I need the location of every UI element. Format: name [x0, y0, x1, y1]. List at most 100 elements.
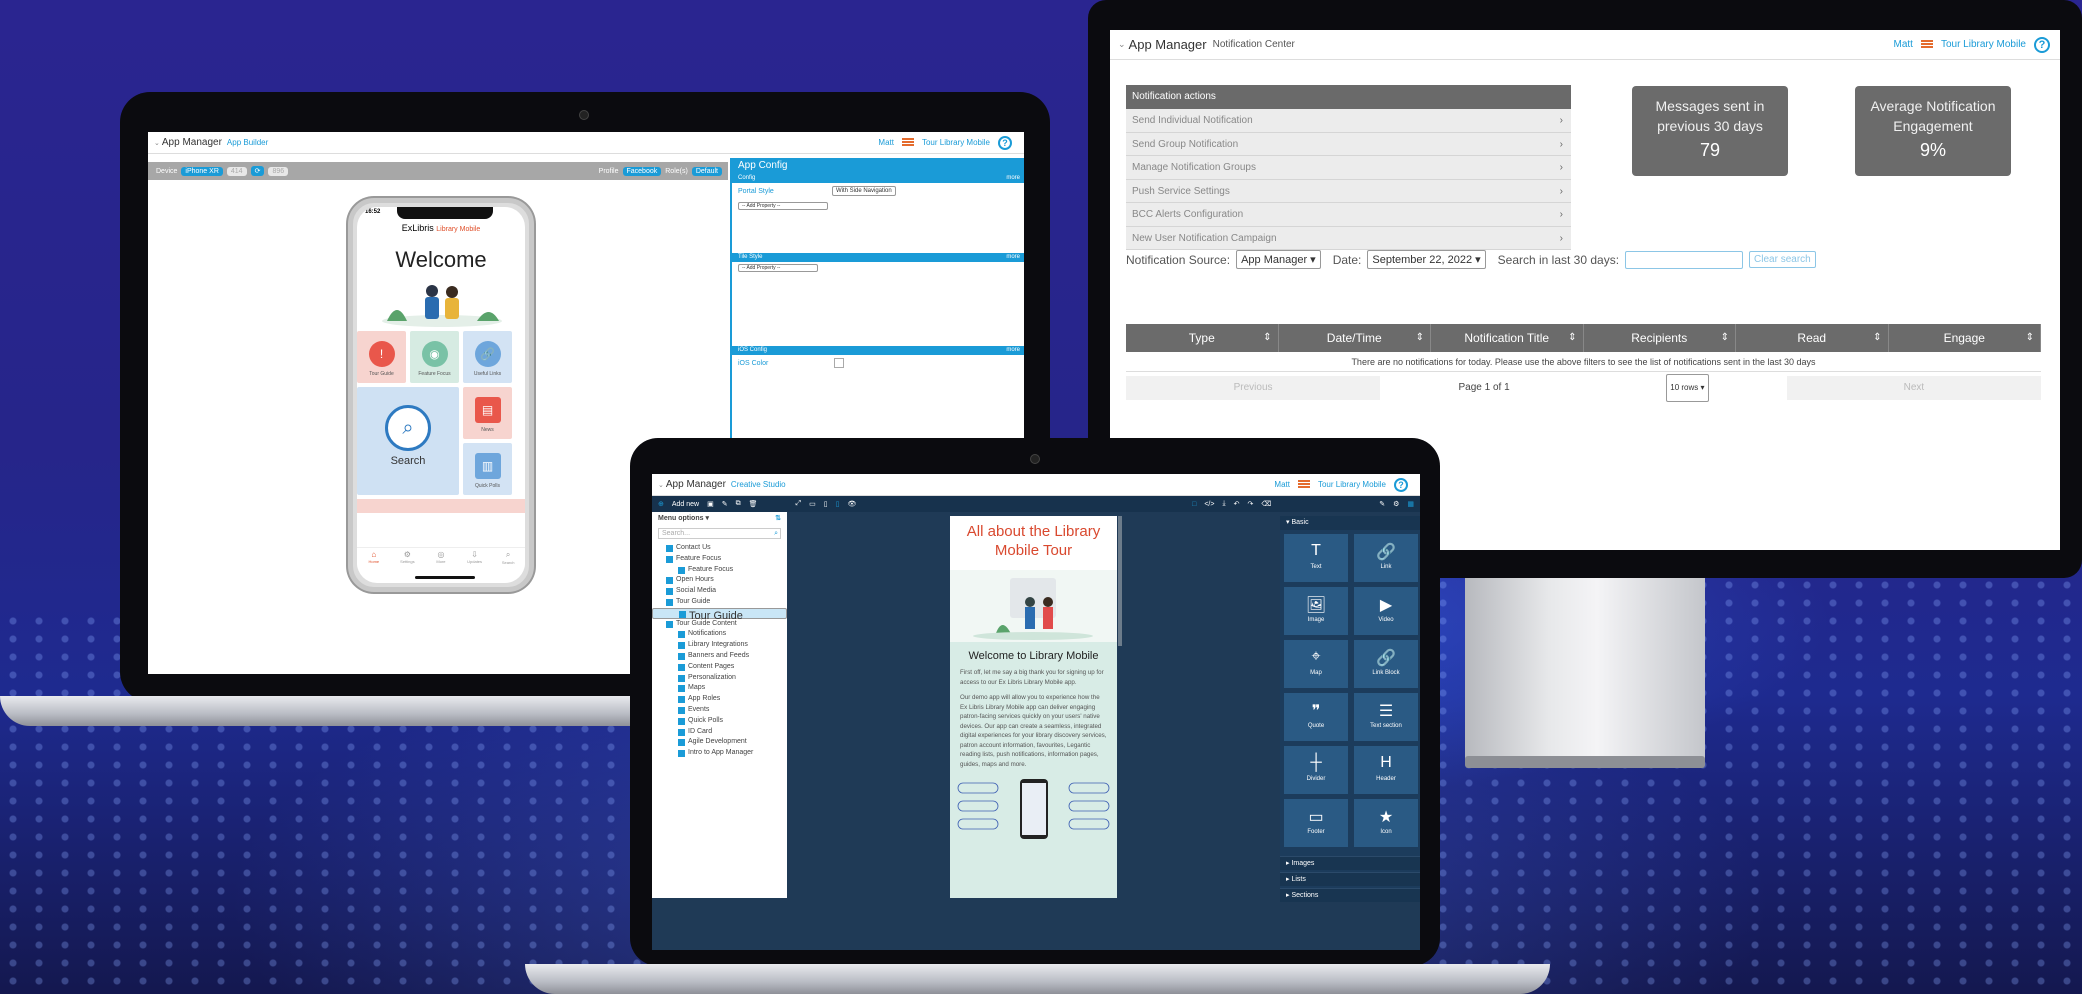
import-icon[interactable]: ⤓: [1222, 500, 1225, 508]
notification-action-item[interactable]: Send Group Notification ›: [1126, 132, 1571, 156]
sort-icon[interactable]: ⇕: [1873, 324, 1881, 352]
phone-tab-item[interactable]: ⌂ Home: [357, 548, 391, 569]
menu-tree-item[interactable]: Content Pages: [652, 662, 787, 673]
config-section-header[interactable]: Config more: [732, 174, 1024, 183]
block-link-block[interactable]: 🔗 Link Block: [1354, 640, 1418, 688]
menu-tree-item[interactable]: Contact Us: [652, 543, 787, 554]
chevron-down-icon[interactable]: ⌄: [658, 481, 664, 489]
source-select[interactable]: App Manager ▾: [1236, 250, 1321, 269]
settings-icon[interactable]: ⚙: [1393, 500, 1399, 508]
outline-icon[interactable]: □: [1192, 501, 1196, 508]
canvas-scrollbar[interactable]: [1118, 516, 1122, 646]
page-heading[interactable]: Welcome to Library Mobile: [950, 650, 1117, 662]
block-divider[interactable]: ┼ Divider: [1284, 746, 1348, 794]
menu-search-input[interactable]: Search... ⌕: [658, 528, 781, 539]
library-selector[interactable]: Tour Library Mobile: [1941, 39, 2026, 50]
intro-paragraph[interactable]: First off, let me say a big thank you fo…: [950, 668, 1117, 687]
phone-tab-item[interactable]: ⌕ Search: [491, 548, 525, 569]
height-input[interactable]: 896: [268, 166, 289, 176]
notification-action-item[interactable]: New User Notification Campaign ›: [1126, 226, 1571, 250]
clear-search-button[interactable]: Clear search: [1749, 251, 1816, 268]
help-icon[interactable]: ?: [1394, 477, 1408, 492]
notification-action-item[interactable]: BCC Alerts Configuration ›: [1126, 203, 1571, 227]
chevron-down-icon[interactable]: ⌄: [154, 139, 160, 147]
more-link[interactable]: more: [1006, 175, 1020, 181]
rotate-icon[interactable]: ⟳: [250, 166, 265, 176]
block-image[interactable]: 🖼 Image: [1284, 587, 1348, 635]
user-menu[interactable]: Matt: [878, 138, 894, 147]
column-header[interactable]: Type ⇕: [1126, 324, 1279, 352]
block-quote[interactable]: ❞ Quote: [1284, 693, 1348, 741]
column-header[interactable]: Notification Title ⇕: [1431, 324, 1584, 352]
block-video[interactable]: ▶ Video: [1354, 587, 1418, 635]
copy-icon[interactable]: ⧉: [736, 500, 741, 508]
sort-icon[interactable]: ⇕: [1263, 324, 1271, 352]
library-selector[interactable]: Tour Library Mobile: [1318, 480, 1386, 489]
library-selector[interactable]: Tour Library Mobile: [922, 138, 990, 147]
device-select[interactable]: iPhone XR: [181, 166, 223, 176]
next-button[interactable]: Next: [1787, 376, 2041, 400]
phone-tab-item[interactable]: ⇩ Updates: [458, 548, 492, 569]
block-category[interactable]: ▸ Lists: [1280, 872, 1420, 886]
notification-action-item[interactable]: Push Service Settings ›: [1126, 179, 1571, 203]
blocks-icon[interactable]: ▦: [1407, 500, 1414, 508]
desktop-icon[interactable]: ▭: [809, 500, 816, 508]
block-link[interactable]: 🔗 Link: [1354, 534, 1418, 582]
page-title[interactable]: All about the Library Mobile Tour: [950, 516, 1117, 570]
column-header[interactable]: Recipients ⇕: [1584, 324, 1736, 352]
date-select[interactable]: September 22, 2022 ▾: [1367, 250, 1486, 269]
search-input[interactable]: [1625, 250, 1744, 269]
block-footer[interactable]: ▭ Footer: [1284, 799, 1348, 847]
sort-icon[interactable]: ⇕: [1416, 324, 1424, 352]
menu-tree-item[interactable]: Quick Polls: [652, 716, 787, 727]
block-text[interactable]: T Text: [1284, 534, 1348, 582]
code-icon[interactable]: </>: [1204, 501, 1214, 508]
user-menu[interactable]: Matt: [1894, 39, 1913, 50]
block-map[interactable]: ⌖ Map: [1284, 640, 1348, 688]
tile-tour-guide[interactable]: ! Tour Guide: [357, 331, 406, 383]
color-swatch[interactable]: [834, 358, 844, 368]
sort-icon[interactable]: ⇕: [2026, 324, 2034, 352]
profile-select[interactable]: Facebook: [622, 166, 662, 176]
fullscreen-icon[interactable]: ⤢: [796, 500, 802, 508]
block-category[interactable]: ▸ Images: [1280, 856, 1420, 870]
menu-tree-item[interactable]: Open Hours: [652, 575, 787, 586]
clear-icon[interactable]: ⌫: [1261, 500, 1271, 508]
portal-style-select[interactable]: With Side Navigation: [832, 186, 896, 196]
chevron-down-icon[interactable]: ⌄: [1118, 39, 1126, 50]
phone-tab-item[interactable]: ◎ More: [424, 548, 458, 569]
menu-tree-item[interactable]: App Roles: [652, 694, 787, 705]
menu-tree-item[interactable]: Tour Guide Content: [652, 619, 787, 630]
phone-tab-item[interactable]: ⚙ Settings: [391, 548, 425, 569]
tile-style-header[interactable]: Tile Style more: [732, 253, 1024, 262]
redo-icon[interactable]: ↷: [1247, 500, 1253, 508]
block-header[interactable]: H Header: [1354, 746, 1418, 794]
menu-tree-item[interactable]: Social Media: [652, 586, 787, 597]
add-property-select[interactable]: -- Add Property --: [738, 264, 818, 272]
block-text-section[interactable]: ☰ Text section: [1354, 693, 1418, 741]
menu-tree-item[interactable]: Tour Guide: [652, 607, 787, 621]
menu-options-header[interactable]: Menu options ▾ ⇅: [652, 512, 787, 526]
rows-select[interactable]: 10 rows ▾: [1666, 374, 1709, 402]
more-link[interactable]: more: [1006, 347, 1020, 353]
menu-tree-item[interactable]: Feature Focus: [652, 565, 787, 576]
add-property-select[interactable]: -- Add Property --: [738, 202, 828, 210]
menu-tree-item[interactable]: Notifications: [652, 629, 787, 640]
add-new-icon[interactable]: ⊕: [658, 500, 664, 508]
block-category[interactable]: ▸ Sections: [1280, 888, 1420, 902]
add-new-button[interactable]: Add new: [672, 501, 699, 508]
demo-paragraph[interactable]: Our demo app will allow you to experienc…: [950, 687, 1117, 775]
undo-icon[interactable]: ↶: [1234, 500, 1240, 508]
tile-news[interactable]: ▤ News: [463, 387, 512, 439]
notification-action-item[interactable]: Manage Notification Groups ›: [1126, 156, 1571, 180]
menu-tree-item[interactable]: Intro to App Manager: [652, 748, 787, 759]
more-link[interactable]: more: [1006, 254, 1020, 260]
sort-icon[interactable]: ⇕: [1721, 324, 1729, 352]
menu-tree-item[interactable]: Personalization: [652, 673, 787, 684]
edit-icon[interactable]: ✎: [722, 500, 728, 508]
menu-tree-item[interactable]: Library Integrations: [652, 640, 787, 651]
tile-feature-focus[interactable]: ◉ Feature Focus: [410, 331, 459, 383]
menu-tree-item[interactable]: Maps: [652, 683, 787, 694]
style-icon[interactable]: ✎: [1379, 500, 1385, 508]
block-icon[interactable]: ★ Icon: [1354, 799, 1418, 847]
